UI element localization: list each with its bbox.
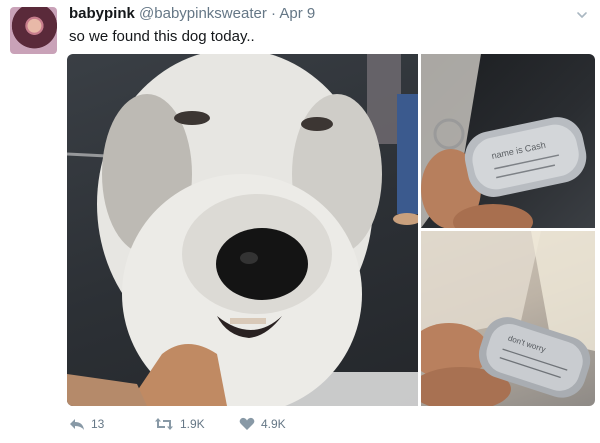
retweet-icon (154, 417, 174, 431)
reply-icon (69, 417, 85, 431)
like-button[interactable]: 4.9K (239, 413, 286, 435)
dog-photo[interactable] (67, 54, 421, 406)
media-grid: name is Cash don't worry (67, 54, 595, 406)
tag-photo-bottom[interactable]: don't worry (409, 231, 595, 406)
tag-photo-top[interactable]: name is Cash (421, 54, 595, 240)
user-handle[interactable]: @babypinksweater (139, 5, 267, 22)
reply-count: 13 (91, 417, 105, 431)
avatar[interactable] (10, 7, 57, 54)
tweet-date[interactable]: Apr 9 (279, 5, 315, 22)
retweet-button[interactable]: 1.9K (154, 413, 205, 435)
heart-icon (239, 417, 255, 431)
like-count: 4.9K (261, 417, 286, 431)
separator: · (271, 5, 276, 22)
display-name[interactable]: babypink (69, 5, 135, 22)
chevron-down-icon[interactable] (576, 8, 588, 20)
retweet-count: 1.9K (180, 417, 205, 431)
tweet-header: babypink @babypinksweater · Apr 9 (69, 5, 315, 23)
reply-button[interactable]: 13 (69, 413, 104, 435)
tweet-text: so we found this dog today.. (69, 28, 255, 45)
